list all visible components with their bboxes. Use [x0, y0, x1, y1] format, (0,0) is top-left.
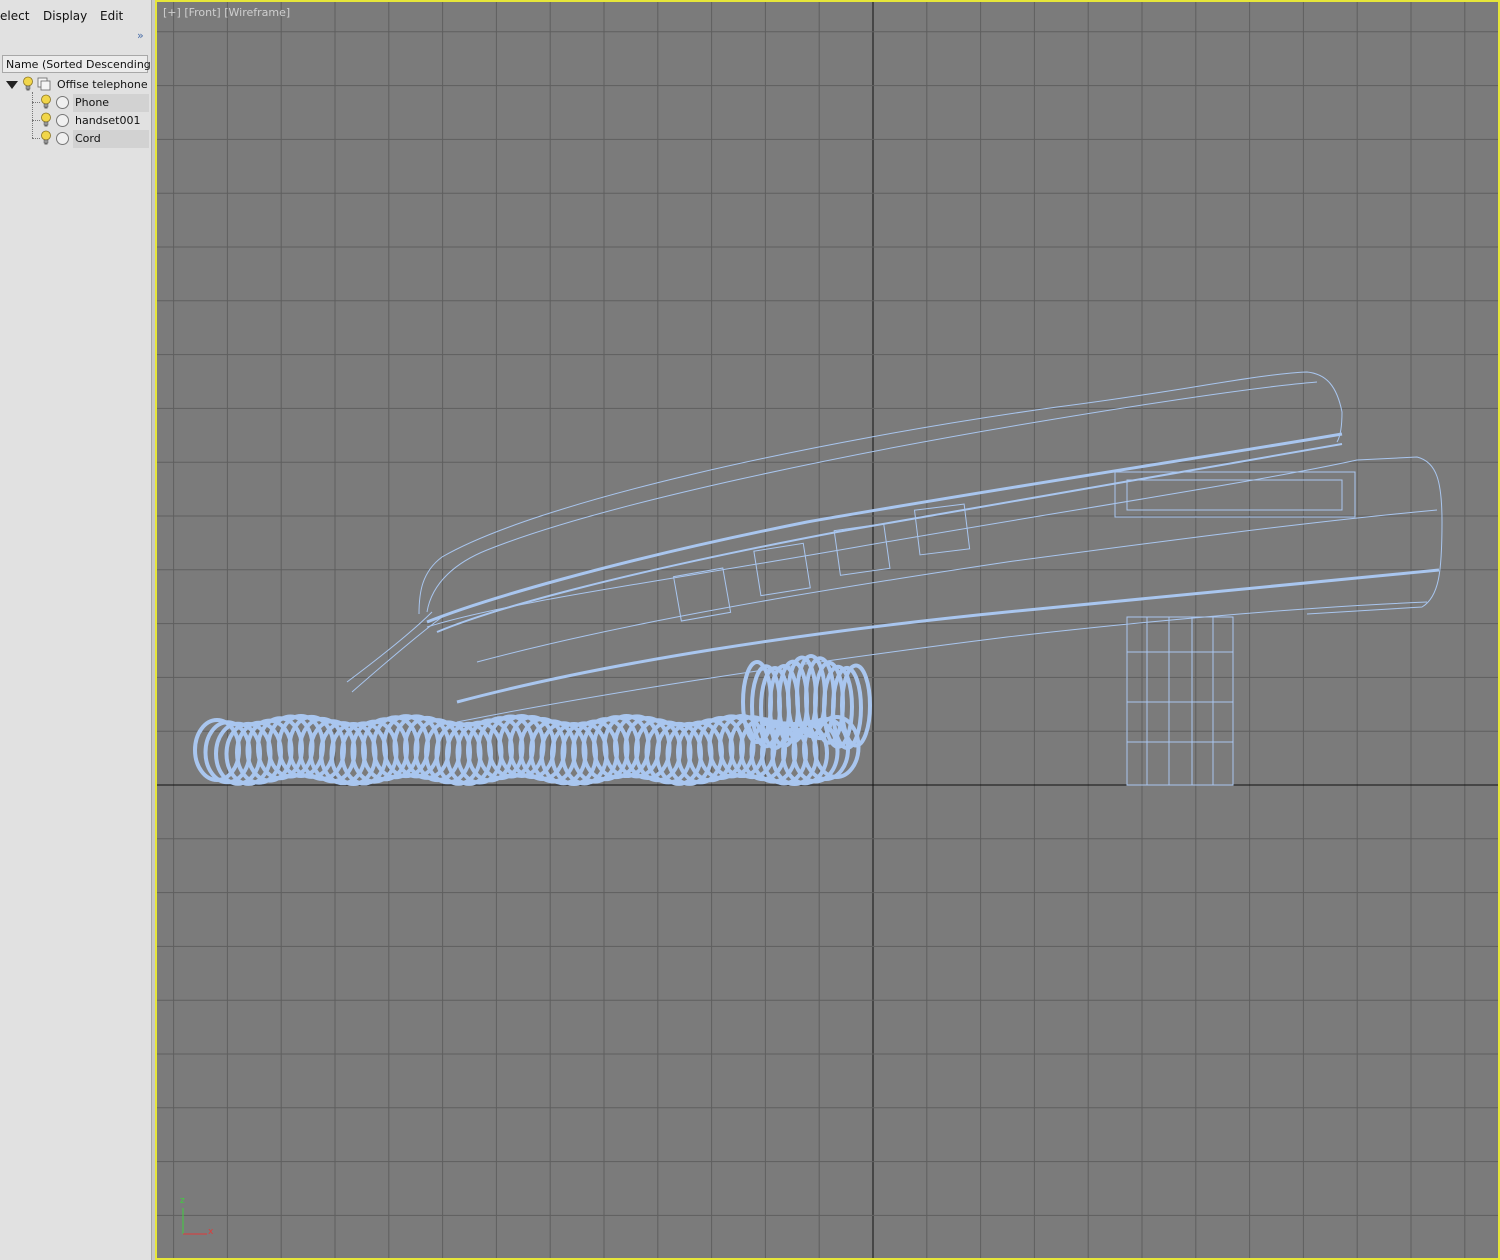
tree-row-cord[interactable]: Cord: [0, 130, 151, 148]
expand-toolbar-icon[interactable]: »: [137, 29, 144, 42]
freeze-circle-icon[interactable]: [56, 96, 69, 109]
tree-row-handset001[interactable]: handset001: [0, 112, 151, 130]
freeze-circle-icon[interactable]: [56, 132, 69, 145]
viewport-shading-menu[interactable]: [Wireframe]: [224, 6, 290, 19]
base-mid: [476, 509, 1438, 663]
group-icon: [37, 77, 51, 91]
tree-item-label[interactable]: handset001: [73, 112, 149, 130]
tree-item-label[interactable]: Cord: [73, 130, 149, 148]
handset-shell-inner: [426, 381, 1318, 613]
axis-z-label: z: [180, 1196, 185, 1206]
menu-edit[interactable]: Edit: [100, 9, 123, 23]
lightbulb-icon[interactable]: [40, 94, 52, 110]
front-viewport[interactable]: [+] [Front] [Wireframe] z x: [155, 0, 1500, 1260]
tree-row-offise-telephone[interactable]: Offise telephone: [0, 76, 151, 94]
viewport-plus-menu[interactable]: [+]: [163, 6, 181, 19]
expand-arrow-icon[interactable]: [6, 81, 18, 89]
telephone-wireframe[interactable]: [193, 371, 1443, 786]
viewport-canvas[interactable]: [157, 2, 1498, 1258]
menu-select[interactable]: elect: [0, 9, 29, 23]
scene-explorer-menubar: elect Display Edit »: [0, 0, 151, 42]
key-block: [672, 567, 732, 622]
scene-explorer-panel: elect Display Edit » Name (Sorted Descen…: [0, 0, 152, 1260]
stand: [1126, 616, 1234, 786]
cord-connector: [351, 616, 443, 693]
base-top: [426, 456, 1443, 628]
menu-display[interactable]: Display: [43, 9, 87, 23]
coiled-cord[interactable]: [193, 654, 872, 786]
name-column-header[interactable]: Name (Sorted Descending): [2, 55, 151, 73]
lightbulb-icon[interactable]: [22, 76, 34, 92]
lightbulb-icon[interactable]: [40, 130, 52, 146]
viewport-label: [+] [Front] [Wireframe]: [163, 6, 290, 19]
freeze-circle-icon[interactable]: [56, 114, 69, 127]
tree-row-phone[interactable]: Phone: [0, 94, 151, 112]
axis-x-label: x: [208, 1227, 214, 1237]
cord-connector: [346, 611, 433, 683]
cradle-box-inner: [1126, 479, 1343, 511]
viewport-grid: [157, 2, 1498, 1258]
axis-gizmo: z x: [175, 1194, 225, 1244]
tree-item-label[interactable]: Phone: [73, 94, 149, 112]
viewport-view-menu[interactable]: [Front]: [184, 6, 220, 19]
tree-item-label[interactable]: Offise telephone: [55, 76, 149, 94]
lightbulb-icon[interactable]: [40, 112, 52, 128]
